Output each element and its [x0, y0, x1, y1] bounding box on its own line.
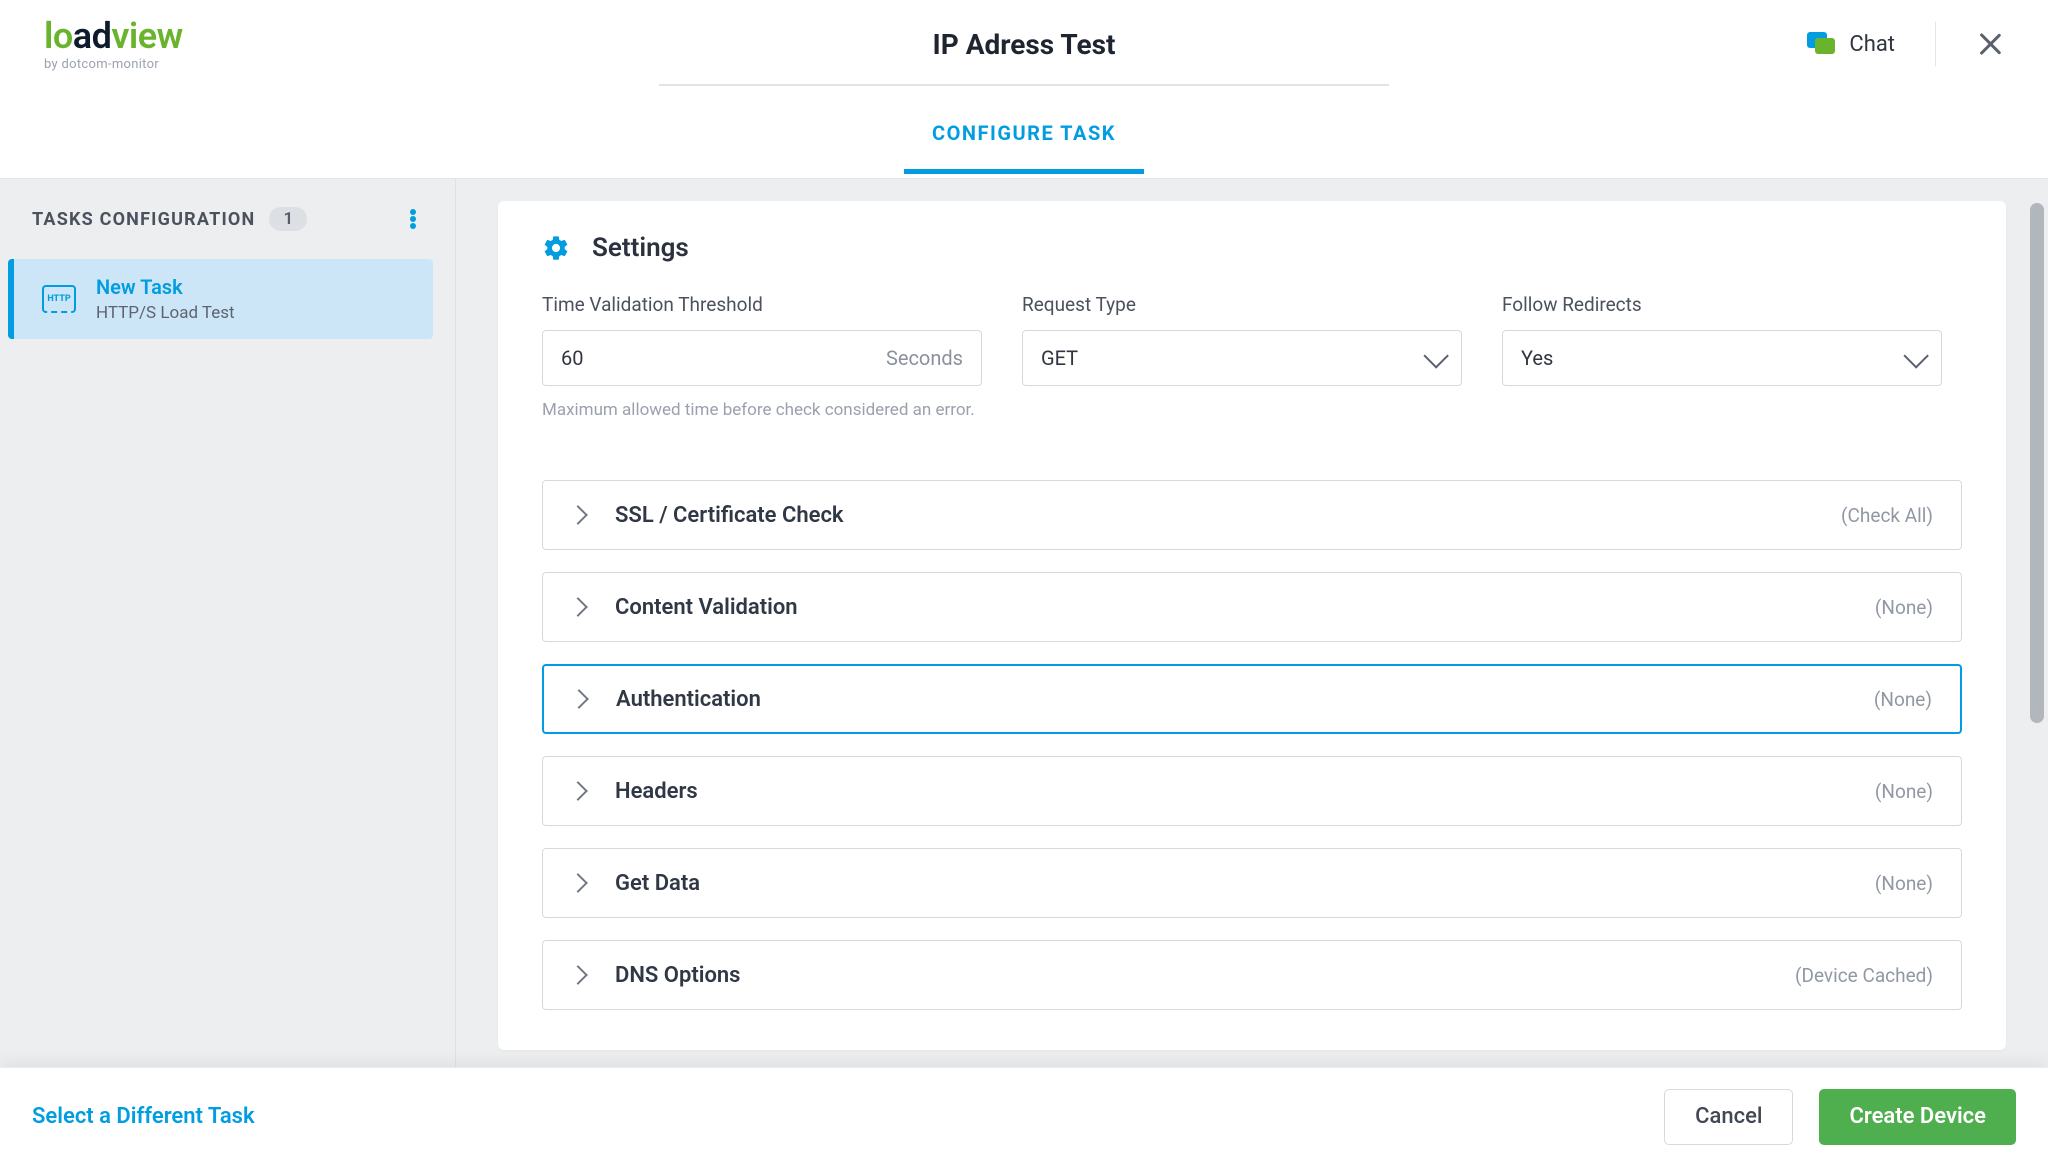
chevron-down-icon	[1423, 343, 1448, 368]
logo: loadview by dotcom-monitor	[44, 18, 183, 71]
page-title: IP Adress Test	[0, 28, 2048, 61]
label-time-threshold: Time Validation Threshold	[542, 293, 982, 316]
chevron-right-icon	[568, 505, 588, 525]
logo-part-ad: ad	[73, 15, 112, 57]
select-follow-redirects[interactable]: Yes	[1502, 330, 1942, 386]
logo-subtitle: by dotcom-monitor	[44, 58, 183, 71]
unit-time-threshold: Seconds	[886, 346, 963, 370]
cancel-button[interactable]: Cancel	[1664, 1089, 1793, 1145]
settings-panel: Settings Time Validation Threshold 60 Se…	[498, 201, 2006, 1050]
task-text: New Task HTTP/S Load Test	[96, 275, 235, 323]
close-icon[interactable]	[1976, 30, 2004, 58]
content-wrap: Settings Time Validation Threshold 60 Se…	[456, 179, 2048, 1067]
select-request-type[interactable]: GET	[1022, 330, 1462, 386]
task-name: New Task	[96, 275, 235, 299]
chat-label: Chat	[1849, 32, 1895, 57]
logo-part-view: view	[111, 15, 182, 57]
title-underline	[659, 84, 1389, 86]
settings-title: Settings	[592, 233, 689, 263]
accordion-title: Headers	[615, 779, 698, 804]
hint-time-threshold: Maximum allowed time before check consid…	[542, 400, 982, 420]
sidebar-task-item[interactable]: HTTP New Task HTTP/S Load Test	[8, 259, 433, 339]
field-follow-redirects: Follow Redirects Yes	[1502, 293, 1942, 420]
accordion-row[interactable]: Get Data (None)	[542, 848, 1962, 918]
create-device-button[interactable]: Create Device	[1819, 1089, 2016, 1145]
accordion-meta: (None)	[1875, 596, 1933, 619]
tab-configure-task[interactable]: CONFIGURE TASK	[904, 93, 1144, 174]
accordion-meta: (Check All)	[1841, 504, 1933, 527]
logo-text: loadview	[44, 18, 183, 54]
input-time-threshold[interactable]: 60 Seconds	[542, 330, 982, 386]
http-icon: HTTP	[42, 285, 76, 313]
chevron-right-icon	[569, 689, 589, 709]
value-time-threshold: 60	[561, 346, 886, 370]
scrollbar-thumb[interactable]	[2030, 203, 2044, 723]
chat-button[interactable]: Chat	[1807, 32, 1895, 57]
field-time-threshold: Time Validation Threshold 60 Seconds Max…	[542, 293, 982, 420]
chevron-right-icon	[568, 781, 588, 801]
accordion-list: SSL / Certificate Check (Check All) Conten…	[542, 480, 1962, 1010]
top-header: loadview by dotcom-monitor IP Adress Tes…	[0, 0, 2048, 88]
value-request-type: GET	[1041, 346, 1425, 370]
main-area: TASKS CONFIGURATION 1 HTTP New Task HTTP…	[0, 179, 2048, 1067]
accordion-meta: (None)	[1874, 688, 1932, 711]
footer: Select a Different Task Cancel Create De…	[0, 1067, 2048, 1165]
chevron-down-icon	[1903, 343, 1928, 368]
value-follow-redirects: Yes	[1521, 346, 1905, 370]
chevron-right-icon	[568, 965, 588, 985]
gear-icon	[542, 234, 570, 262]
sidebar: TASKS CONFIGURATION 1 HTTP New Task HTTP…	[0, 179, 456, 1067]
settings-header: Settings	[542, 233, 1962, 263]
label-follow-redirects: Follow Redirects	[1502, 293, 1942, 316]
label-request-type: Request Type	[1022, 293, 1462, 316]
accordion-row[interactable]: DNS Options (Device Cached)	[542, 940, 1962, 1010]
vertical-divider	[1935, 22, 1936, 66]
accordion-title: Content Validation	[615, 595, 798, 620]
accordion-meta: (None)	[1875, 872, 1933, 895]
sidebar-title: TASKS CONFIGURATION	[32, 209, 255, 230]
task-type: HTTP/S Load Test	[96, 303, 235, 323]
accordion-title: Get Data	[615, 871, 700, 896]
accordion-row[interactable]: Content Validation (None)	[542, 572, 1962, 642]
sidebar-header: TASKS CONFIGURATION 1	[0, 207, 455, 249]
task-count-badge: 1	[269, 207, 307, 231]
accordion-meta: (Device Cached)	[1795, 964, 1933, 987]
footer-buttons: Cancel Create Device	[1664, 1089, 2016, 1145]
accordion-row[interactable]: Authentication (None)	[542, 664, 1962, 734]
chat-icon	[1807, 32, 1835, 56]
accordion-title: Authentication	[616, 687, 761, 712]
accordion-row[interactable]: SSL / Certificate Check (Check All)	[542, 480, 1962, 550]
field-request-type: Request Type GET	[1022, 293, 1462, 420]
accordion-title: DNS Options	[615, 963, 741, 988]
accordion-title: SSL / Certificate Check	[615, 503, 844, 528]
settings-fields: Time Validation Threshold 60 Seconds Max…	[542, 293, 1962, 420]
scrollbar-track[interactable]	[2030, 203, 2044, 1043]
accordion-row[interactable]: Headers (None)	[542, 756, 1962, 826]
header-right: Chat	[1807, 22, 2004, 66]
select-different-task-link[interactable]: Select a Different Task	[32, 1104, 255, 1129]
accordion-meta: (None)	[1875, 780, 1933, 803]
tab-row: CONFIGURE TASK	[0, 88, 2048, 178]
logo-part-lo: lo	[44, 15, 73, 57]
kebab-menu-icon[interactable]	[401, 207, 425, 231]
chevron-right-icon	[568, 597, 588, 617]
chevron-right-icon	[568, 873, 588, 893]
